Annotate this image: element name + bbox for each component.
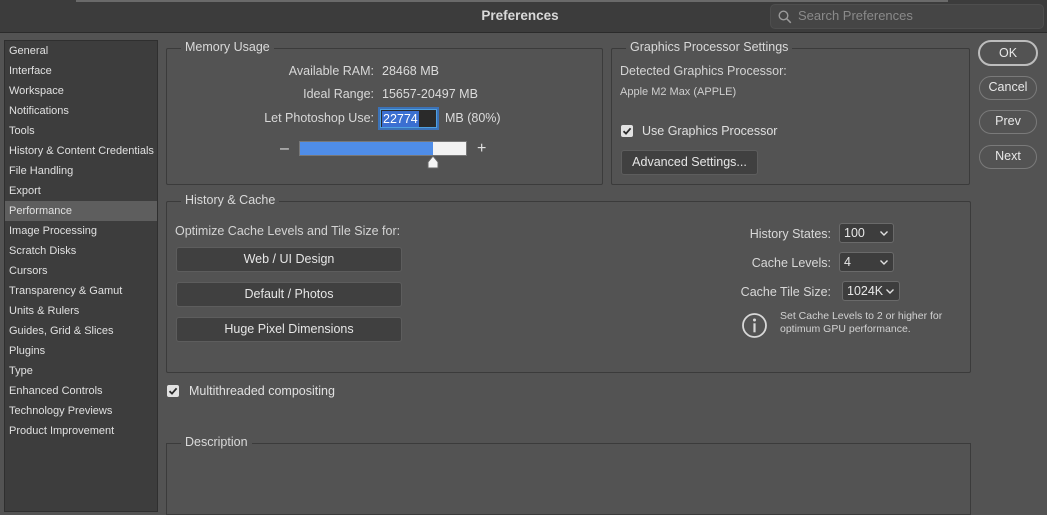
next-button[interactable]: Next [979, 145, 1037, 169]
prev-button[interactable]: Prev [979, 110, 1037, 134]
checkmark-icon [168, 387, 178, 395]
history-states-select[interactable]: 100 [839, 223, 894, 243]
sidebar-item-transparency-gamut[interactable]: Transparency & Gamut [5, 281, 157, 301]
sidebar-item-general[interactable]: General [5, 41, 157, 61]
ok-button[interactable]: OK [978, 40, 1038, 66]
sidebar-item-file-handling[interactable]: File Handling [5, 161, 157, 181]
use-gpu-checkbox[interactable] [621, 125, 633, 137]
chevron-down-icon [880, 231, 888, 236]
ram-suffix: MB (80%) [445, 111, 501, 125]
detected-gpu-value: Apple M2 Max (APPLE) [620, 86, 737, 98]
web-ui-design-button[interactable]: Web / UI Design [176, 247, 402, 272]
sidebar-item-cursors[interactable]: Cursors [5, 261, 157, 281]
sidebar-item-tools[interactable]: Tools [5, 121, 157, 141]
cancel-button[interactable]: Cancel [979, 76, 1037, 100]
ram-slider-fill [300, 142, 433, 155]
graphics-processor-title: Graphics Processor Settings [626, 40, 793, 54]
detected-gpu-label: Detected Graphics Processor: [620, 64, 787, 78]
advanced-settings-button[interactable]: Advanced Settings... [621, 150, 758, 175]
sidebar-item-image-processing[interactable]: Image Processing [5, 221, 157, 241]
use-gpu-label: Use Graphics Processor [642, 124, 778, 138]
ram-slider[interactable] [299, 141, 467, 156]
sidebar-item-product-improvement[interactable]: Product Improvement [5, 421, 157, 441]
description-title: Description [181, 435, 252, 449]
cache-levels-value: 4 [844, 255, 851, 269]
sidebar-item-units-rulers[interactable]: Units & Rulers [5, 301, 157, 321]
ram-slider-thumb[interactable] [427, 155, 439, 169]
ideal-range-value: 15657-20497 MB [382, 87, 478, 101]
available-ram-value: 28468 MB [382, 64, 439, 78]
sidebar-item-notifications[interactable]: Notifications [5, 101, 157, 121]
sidebar-item-enhanced-controls[interactable]: Enhanced Controls [5, 381, 157, 401]
multithreaded-checkbox[interactable] [167, 385, 179, 397]
sidebar-item-plugins[interactable]: Plugins [5, 341, 157, 361]
checkmark-icon [622, 127, 632, 135]
cache-levels-select[interactable]: 4 [839, 252, 894, 272]
description-group [166, 443, 971, 515]
cache-tile-size-select[interactable]: 1024K [842, 281, 900, 301]
sidebar-item-history-content-credentials[interactable]: History & Content Credentials [5, 141, 157, 161]
memory-usage-title: Memory Usage [181, 40, 274, 54]
history-states-label: History States: [749, 227, 831, 241]
multithreaded-label: Multithreaded compositing [189, 384, 335, 398]
info-text-line-1: Set Cache Levels to 2 or higher for [780, 310, 943, 322]
cache-tile-size-label: Cache Tile Size: [740, 285, 831, 299]
sidebar: General Interface Workspace Notification… [4, 40, 158, 512]
optimize-label: Optimize Cache Levels and Tile Size for: [175, 224, 401, 238]
search-input[interactable]: Search Preferences [770, 4, 1044, 29]
increase-ram-button[interactable]: + [477, 140, 486, 158]
ram-amount-value: 22774 [382, 111, 419, 127]
sidebar-item-interface[interactable]: Interface [5, 61, 157, 81]
chevron-down-icon [880, 260, 888, 265]
huge-pixel-dimensions-button[interactable]: Huge Pixel Dimensions [176, 317, 402, 342]
sidebar-item-technology-previews[interactable]: Technology Previews [5, 401, 157, 421]
default-photos-button[interactable]: Default / Photos [176, 282, 402, 307]
title-bar-strip [76, 0, 948, 2]
history-states-value: 100 [844, 226, 865, 240]
history-cache-title: History & Cache [181, 193, 280, 207]
search-placeholder: Search Preferences [798, 8, 913, 23]
cache-tile-size-value: 1024K [847, 284, 884, 298]
ram-amount-input[interactable]: 22774 [380, 109, 437, 128]
info-text-line-2: optimum GPU performance. [780, 323, 911, 335]
sidebar-item-guides-grid-slices[interactable]: Guides, Grid & Slices [5, 321, 157, 341]
let-photoshop-use-label: Let Photoshop Use: [264, 111, 374, 125]
info-icon [742, 313, 767, 338]
sidebar-item-performance[interactable]: Performance [5, 201, 157, 221]
search-icon [778, 10, 792, 24]
ideal-range-label: Ideal Range: [303, 87, 374, 101]
sidebar-item-export[interactable]: Export [5, 181, 157, 201]
sidebar-item-scratch-disks[interactable]: Scratch Disks [5, 241, 157, 261]
sidebar-item-type[interactable]: Type [5, 361, 157, 381]
available-ram-label: Available RAM: [288, 64, 374, 78]
sidebar-item-workspace[interactable]: Workspace [5, 81, 157, 101]
chevron-down-icon [886, 289, 894, 294]
cache-levels-label: Cache Levels: [751, 256, 831, 270]
decrease-ram-button[interactable]: – [280, 140, 289, 158]
